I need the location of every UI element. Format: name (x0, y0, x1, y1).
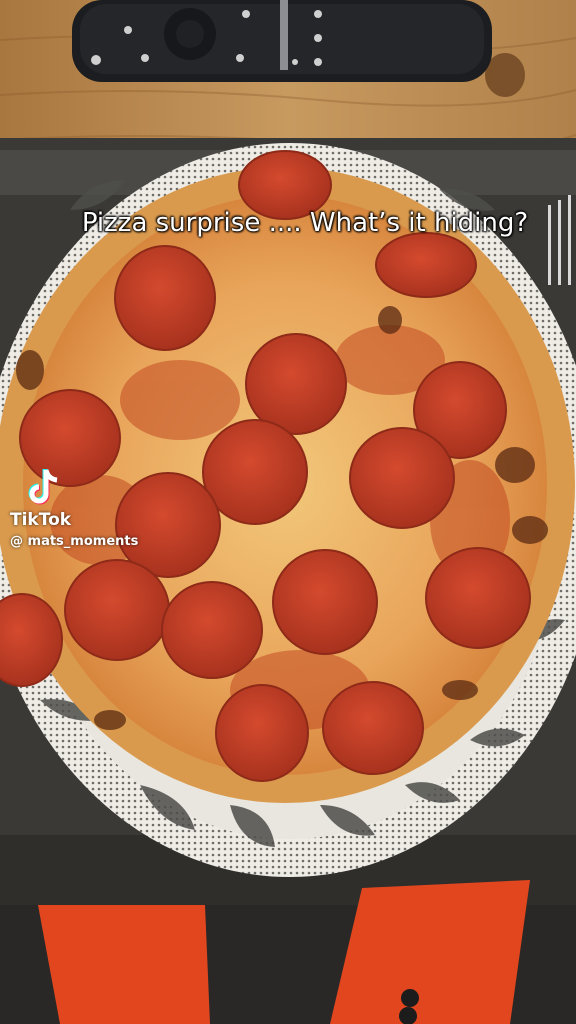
tiktok-logo-icon (28, 469, 58, 505)
left-leg (38, 905, 210, 1024)
tiktok-brand-label: TikTok (10, 510, 72, 530)
video-caption: Pizza surprise .... What’s it hiding? (81, 208, 529, 238)
tiktok-watermark: TikTok @ mats_moments (10, 468, 170, 549)
creator-username: @ mats_moments (10, 534, 139, 549)
tv-remote (72, 0, 492, 82)
right-leg (330, 880, 530, 1024)
